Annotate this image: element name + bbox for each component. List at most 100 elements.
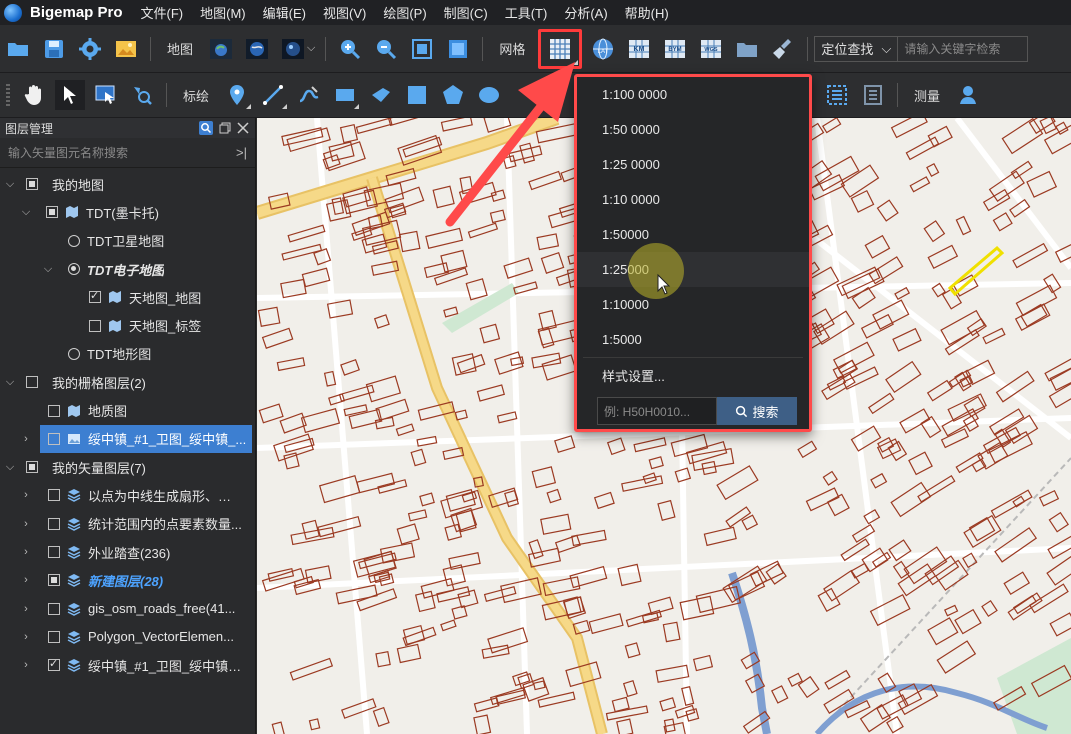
tree-row-suizhong-vector[interactable]: › 绥中镇_#1_卫图_绥中镇_... xyxy=(0,651,255,679)
full-extent-button[interactable] xyxy=(443,34,473,64)
menu-analysis[interactable]: 分析(A) xyxy=(564,3,607,22)
tree-row-tdt-satellite[interactable]: TDT卫星地图 xyxy=(0,227,255,255)
tree-row-tdt-electronic[interactable]: ⌵ TDT电子地图 xyxy=(0,255,255,283)
chevron-down-icon[interactable]: ⌵ xyxy=(307,42,315,55)
measure-button[interactable] xyxy=(953,80,983,110)
grid-button[interactable] xyxy=(538,28,583,69)
square-button[interactable] xyxy=(402,80,432,110)
expand-icon[interactable]: › xyxy=(20,546,32,558)
scale-option-1-250000[interactable]: 1:25 0000 xyxy=(577,147,809,182)
tree-row-tdt-mercator[interactable]: ⌵ TDT(墨卡托) xyxy=(0,198,255,226)
pan-button[interactable] xyxy=(19,80,49,110)
expand-icon[interactable]: › xyxy=(20,603,32,615)
menu-edit[interactable]: 编辑(E) xyxy=(263,3,306,22)
polyline-button[interactable] xyxy=(258,80,288,110)
tree-row-vector-layers[interactable]: ⌵ 我的矢量图层(7) xyxy=(0,453,255,481)
attribute-button[interactable] xyxy=(858,80,888,110)
expand-icon[interactable]: › xyxy=(20,489,32,501)
image-button[interactable] xyxy=(111,34,141,64)
toolbar-grip[interactable] xyxy=(6,84,10,106)
tree-row-tdt-map[interactable]: 天地图_地图 xyxy=(0,283,255,311)
expand-icon[interactable]: › xyxy=(20,659,32,671)
tree-row-raster-layers[interactable]: ⌵ 我的栅格图层(2) xyxy=(0,368,255,396)
clear-grid-button[interactable] xyxy=(768,34,798,64)
identify-button[interactable] xyxy=(127,80,157,110)
km-grid-button[interactable]: KM xyxy=(624,34,654,64)
locate-select[interactable]: 定位查找 ⌵ xyxy=(814,35,899,62)
menu-view[interactable]: 视图(V) xyxy=(323,3,366,22)
checkbox[interactable] xyxy=(48,404,60,417)
tree-row-geology[interactable]: 地质图 xyxy=(0,396,255,424)
zoom-in-button[interactable] xyxy=(335,34,365,64)
checkbox[interactable] xyxy=(26,178,38,191)
map-source-button[interactable] xyxy=(278,34,308,64)
close-icon[interactable] xyxy=(237,122,249,134)
checkbox[interactable] xyxy=(48,630,60,643)
sheet-number-input[interactable]: 例: H50H0010... xyxy=(597,397,717,425)
sheet-search-button[interactable]: 搜索 xyxy=(717,397,797,425)
search-icon[interactable] xyxy=(199,121,213,135)
checkbox[interactable] xyxy=(46,206,58,219)
zoom-out-button[interactable] xyxy=(371,34,401,64)
menu-cartography[interactable]: 制图(C) xyxy=(444,3,488,22)
checkbox[interactable] xyxy=(26,461,38,474)
checkbox[interactable] xyxy=(48,432,60,445)
select-all-button[interactable] xyxy=(822,80,852,110)
search-end-icon[interactable]: >| xyxy=(236,145,247,160)
style-settings-item[interactable]: 样式设置... xyxy=(577,358,809,393)
radio-button[interactable] xyxy=(68,234,80,247)
checkbox[interactable] xyxy=(48,574,60,587)
checkbox[interactable] xyxy=(89,319,101,332)
tree-row-tdt-label[interactable]: 天地图_标签 xyxy=(0,311,255,339)
tree-row-field-survey[interactable]: › 外业踏查(236) xyxy=(0,538,255,566)
tree-row-osm-roads[interactable]: › gis_osm_roads_free(41... xyxy=(0,594,255,622)
fit-extent-button[interactable] xyxy=(407,34,437,64)
select-button[interactable] xyxy=(55,80,85,110)
keyword-search-input[interactable]: 请输入关键字检索 xyxy=(898,35,1029,62)
bym-grid-button[interactable]: BYM xyxy=(660,34,690,64)
checkbox[interactable] xyxy=(48,517,60,530)
radio-button[interactable] xyxy=(68,347,80,360)
tree-row-my-map[interactable]: ⌵ 我的地图 xyxy=(0,170,255,198)
collapse-icon[interactable]: ⌵ xyxy=(4,461,16,474)
expand-icon[interactable]: › xyxy=(20,518,32,530)
expand-icon[interactable]: › xyxy=(20,574,32,586)
collapse-icon[interactable]: ⌵ xyxy=(42,263,54,276)
open-folder-button[interactable] xyxy=(3,34,33,64)
folder-grid-button[interactable] xyxy=(732,34,762,64)
radio-button[interactable] xyxy=(68,263,80,276)
save-button[interactable] xyxy=(39,34,69,64)
tree-row-point-stat[interactable]: › 统计范围内的点要素数量... xyxy=(0,510,255,538)
menu-draw[interactable]: 绘图(P) xyxy=(383,3,426,22)
scale-option-1-100000[interactable]: 1:10 0000 xyxy=(577,182,809,217)
latlng-grid-button[interactable]: LAT xyxy=(588,34,618,64)
curve-button[interactable] xyxy=(294,80,324,110)
checkbox[interactable] xyxy=(48,602,60,615)
settings-button[interactable] xyxy=(75,34,105,64)
menu-file[interactable]: 文件(F) xyxy=(141,3,184,22)
vector-search-input[interactable]: 输入矢量图元名称搜索 >| xyxy=(0,138,255,168)
checkbox[interactable] xyxy=(89,289,101,304)
rect-select-button[interactable] xyxy=(91,80,121,110)
menu-map[interactable]: 地图(M) xyxy=(200,3,246,22)
tree-row-suizhong-raster[interactable]: › 绥中镇_#1_卫图_绥中镇_... xyxy=(0,424,255,453)
checkbox[interactable] xyxy=(48,546,60,558)
collapse-icon[interactable]: ⌵ xyxy=(4,376,16,389)
parallelogram-button[interactable] xyxy=(366,80,396,110)
menu-tools[interactable]: 工具(T) xyxy=(505,3,548,22)
globe-map-button[interactable] xyxy=(242,34,272,64)
menu-help[interactable]: 帮助(H) xyxy=(625,3,669,22)
expand-icon[interactable]: › xyxy=(20,433,32,445)
scale-option-1-1000000[interactable]: 1:100 0000 xyxy=(577,77,809,112)
tree-row-sector[interactable]: › 以点为中线生成扇形、圆... xyxy=(0,481,255,509)
collapse-icon[interactable]: ⌵ xyxy=(20,206,32,219)
restore-window-icon[interactable] xyxy=(219,122,231,134)
pentagon-button[interactable] xyxy=(438,80,468,110)
satellite-map-button[interactable] xyxy=(206,34,236,64)
marker-button[interactable] xyxy=(222,80,252,110)
ellipse-button[interactable] xyxy=(474,80,504,110)
checkbox[interactable] xyxy=(48,489,60,502)
tree-row-tdt-terrain[interactable]: TDT地形图 xyxy=(0,340,255,368)
checkbox[interactable] xyxy=(48,657,60,672)
expand-icon[interactable]: › xyxy=(20,631,32,643)
